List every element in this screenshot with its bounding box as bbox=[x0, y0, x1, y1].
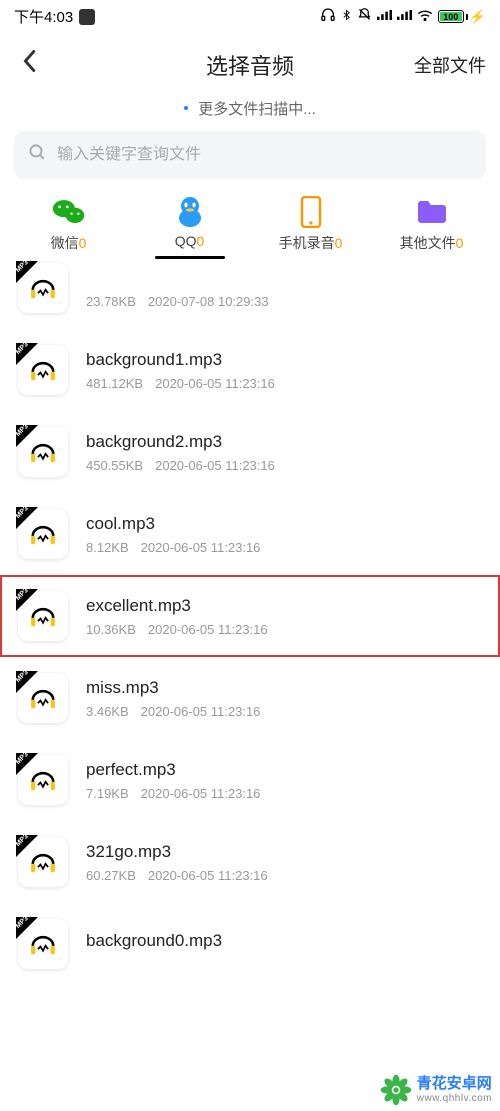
file-info: excellent.mp3 10.36KB 2020-06-05 11:23:1… bbox=[86, 596, 482, 637]
qq-icon bbox=[173, 195, 207, 229]
audio-thumbnail bbox=[18, 837, 68, 887]
watermark-url: www.qhhlv.com bbox=[417, 1093, 492, 1104]
phone-icon bbox=[294, 195, 328, 229]
file-list: dooropen.mp3 23.78KB 2020-07-08 10:29:33… bbox=[0, 263, 500, 969]
file-size: 450.55KB bbox=[86, 458, 143, 473]
audio-thumbnail bbox=[18, 509, 68, 559]
mp3-badge bbox=[16, 343, 38, 365]
file-date: 2020-06-05 11:23:16 bbox=[148, 868, 268, 883]
status-time: 下午4:03 bbox=[14, 6, 73, 27]
file-row[interactable]: cool.mp3 8.12KB 2020-06-05 11:23:16 bbox=[0, 493, 500, 575]
header: 选择音频 全部文件 bbox=[0, 31, 500, 94]
file-size: 7.19KB bbox=[86, 786, 129, 801]
file-size: 23.78KB bbox=[86, 294, 136, 309]
battery-icon: 100 ⚡ bbox=[438, 9, 486, 25]
mp3-badge bbox=[16, 753, 38, 775]
file-row[interactable]: background0.mp3 bbox=[0, 903, 500, 969]
file-name: cool.mp3 bbox=[86, 514, 482, 534]
file-info: background1.mp3 481.12KB 2020-06-05 11:2… bbox=[86, 350, 482, 391]
audio-thumbnail bbox=[18, 919, 68, 969]
file-name: perfect.mp3 bbox=[86, 760, 482, 780]
wifi-icon bbox=[417, 9, 433, 24]
search-icon bbox=[28, 143, 47, 167]
file-info: cool.mp3 8.12KB 2020-06-05 11:23:16 bbox=[86, 514, 482, 555]
file-size: 60.27KB bbox=[86, 868, 136, 883]
petal-logo-icon bbox=[379, 1073, 413, 1107]
file-info: background2.mp3 450.55KB 2020-06-05 11:2… bbox=[86, 432, 482, 473]
audio-thumbnail bbox=[18, 263, 68, 313]
file-info: dooropen.mp3 23.78KB 2020-07-08 10:29:33 bbox=[86, 268, 482, 309]
tab-label: 手机录音0 bbox=[279, 233, 343, 253]
file-row[interactable]: 321go.mp3 60.27KB 2020-06-05 11:23:16 bbox=[0, 821, 500, 903]
file-name: background1.mp3 bbox=[86, 350, 482, 370]
file-name: miss.mp3 bbox=[86, 678, 482, 698]
file-date: 2020-07-08 10:29:33 bbox=[148, 294, 269, 309]
file-name: background0.mp3 bbox=[86, 931, 482, 951]
file-row[interactable]: perfect.mp3 7.19KB 2020-06-05 11:23:16 bbox=[0, 739, 500, 821]
scanning-status: 更多文件扫描中... bbox=[0, 94, 500, 131]
audio-thumbnail bbox=[18, 591, 68, 641]
mp3-badge bbox=[16, 835, 38, 857]
watermark: 青花安卓网 www.qhhlv.com bbox=[373, 1067, 500, 1111]
signal-icon bbox=[377, 9, 392, 24]
mp3-badge bbox=[16, 589, 38, 611]
page-title: 选择音频 bbox=[206, 49, 294, 81]
search-input[interactable] bbox=[57, 146, 472, 164]
file-info: background0.mp3 bbox=[86, 931, 482, 957]
mp3-badge bbox=[16, 261, 38, 283]
all-files-link[interactable]: 全部文件 bbox=[414, 52, 486, 78]
status-bar: 下午4:03 100 ⚡ bbox=[0, 0, 500, 31]
file-row[interactable]: miss.mp3 3.46KB 2020-06-05 11:23:16 bbox=[0, 657, 500, 739]
file-size: 481.12KB bbox=[86, 376, 143, 391]
file-info: miss.mp3 3.46KB 2020-06-05 11:23:16 bbox=[86, 678, 482, 719]
mp3-badge bbox=[16, 425, 38, 447]
mute-icon bbox=[357, 7, 372, 26]
mp3-badge bbox=[16, 507, 38, 529]
watermark-title: 青花安卓网 bbox=[417, 1076, 492, 1093]
file-date: 2020-06-05 11:23:16 bbox=[141, 704, 261, 719]
folder-icon bbox=[415, 195, 449, 229]
headset-icon bbox=[320, 7, 336, 26]
file-date: 2020-06-05 11:23:16 bbox=[141, 540, 261, 555]
source-tabs: 微信0 QQ0 手机录音0 其他文件0 bbox=[0, 195, 500, 263]
mp3-badge bbox=[16, 917, 38, 939]
file-date: 2020-06-05 11:23:16 bbox=[155, 458, 275, 473]
bluetooth-icon bbox=[341, 7, 352, 26]
file-name: 321go.mp3 bbox=[86, 842, 482, 862]
file-row[interactable]: background2.mp3 450.55KB 2020-06-05 11:2… bbox=[0, 411, 500, 493]
tab-label: 其他文件0 bbox=[400, 233, 464, 253]
signal2-icon bbox=[397, 9, 412, 24]
audio-thumbnail bbox=[18, 427, 68, 477]
wechat-icon bbox=[52, 195, 86, 229]
file-date: 2020-06-05 11:23:16 bbox=[141, 786, 261, 801]
audio-thumbnail bbox=[18, 345, 68, 395]
file-info: 321go.mp3 60.27KB 2020-06-05 11:23:16 bbox=[86, 842, 482, 883]
file-size: 10.36KB bbox=[86, 622, 136, 637]
mp3-badge bbox=[16, 671, 38, 693]
tab-label: 微信0 bbox=[51, 233, 87, 253]
search-box[interactable] bbox=[14, 131, 486, 179]
audio-thumbnail bbox=[18, 755, 68, 805]
tab-qq[interactable]: QQ0 bbox=[155, 195, 225, 253]
file-row[interactable]: excellent.mp3 10.36KB 2020-06-05 11:23:1… bbox=[0, 575, 500, 657]
tab-wechat[interactable]: 微信0 bbox=[34, 195, 104, 253]
tab-label: QQ0 bbox=[175, 233, 205, 249]
status-app-icon bbox=[79, 9, 95, 25]
tab-other[interactable]: 其他文件0 bbox=[397, 195, 467, 253]
file-name: excellent.mp3 bbox=[86, 596, 482, 616]
tab-recordings[interactable]: 手机录音0 bbox=[276, 195, 346, 253]
audio-thumbnail bbox=[18, 673, 68, 723]
file-row[interactable]: dooropen.mp3 23.78KB 2020-07-08 10:29:33 bbox=[0, 263, 500, 329]
back-button[interactable] bbox=[14, 45, 44, 84]
file-size: 8.12KB bbox=[86, 540, 129, 555]
file-name: background2.mp3 bbox=[86, 432, 482, 452]
file-info: perfect.mp3 7.19KB 2020-06-05 11:23:16 bbox=[86, 760, 482, 801]
file-row[interactable]: background1.mp3 481.12KB 2020-06-05 11:2… bbox=[0, 329, 500, 411]
file-date: 2020-06-05 11:23:16 bbox=[155, 376, 275, 391]
file-size: 3.46KB bbox=[86, 704, 129, 719]
file-date: 2020-06-05 11:23:16 bbox=[148, 622, 268, 637]
